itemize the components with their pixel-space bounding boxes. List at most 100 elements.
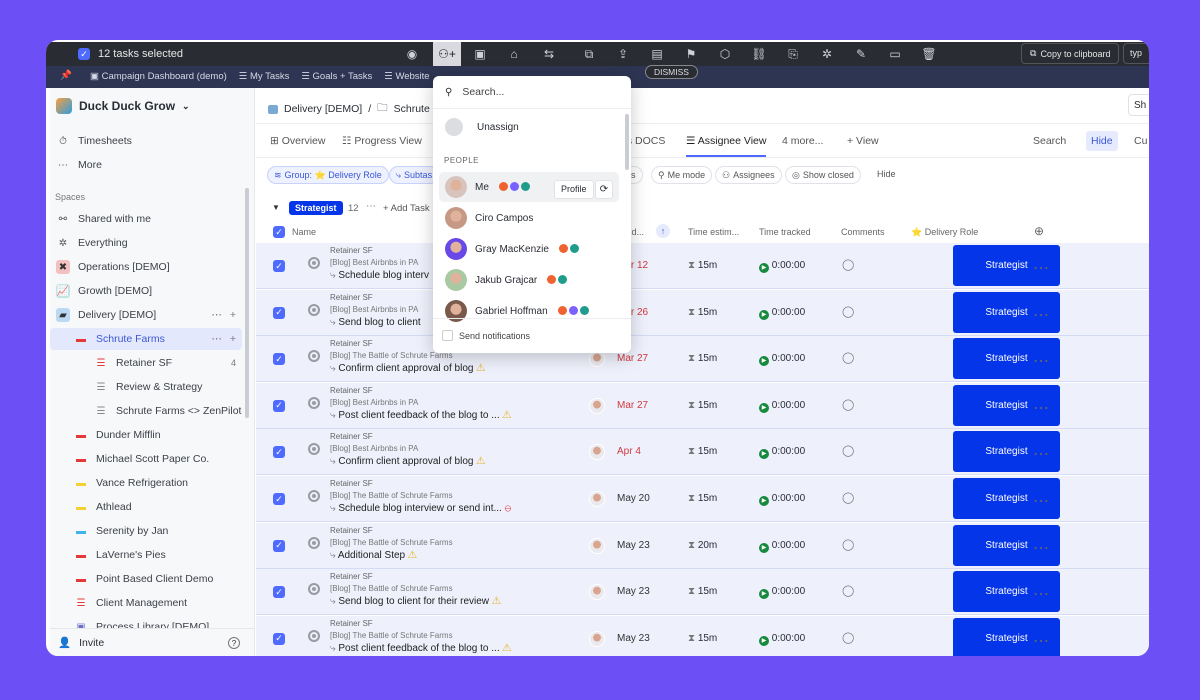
comment-icon[interactable]: ◯ bbox=[842, 584, 854, 597]
comment-icon[interactable]: ◯ bbox=[842, 305, 854, 318]
plus-icon[interactable]: + bbox=[230, 333, 236, 345]
column-comments[interactable]: Comments bbox=[841, 227, 885, 237]
search-input[interactable]: Search... bbox=[462, 86, 504, 98]
add-task-button[interactable]: + Add Task bbox=[383, 203, 430, 214]
dependency-icon[interactable]: ⛓ bbox=[745, 42, 773, 66]
time-tracked[interactable]: ▶ 0:00:00 bbox=[759, 540, 805, 553]
time-estimate[interactable]: ⧗ 15m bbox=[688, 586, 717, 597]
tab-view[interactable]: 4 more... bbox=[782, 135, 823, 157]
copy-to-clipboard-button[interactable]: ⧉Copy to clipboard bbox=[1021, 43, 1119, 64]
task-parent[interactable]: [Blog] The Battle of Schrute Farms bbox=[330, 538, 453, 547]
select-all-checkbox[interactable]: ✓ bbox=[78, 48, 90, 60]
row-checkbox[interactable]: ✓ bbox=[273, 493, 285, 505]
sidebar-item[interactable]: ☰Review & Strategy bbox=[50, 376, 242, 398]
dismiss-button[interactable]: DISMISS bbox=[645, 65, 698, 79]
more-icon[interactable]: ⋯ bbox=[211, 333, 222, 345]
workspace-switcher[interactable]: Duck Duck Grow⌄ bbox=[56, 98, 190, 114]
nav-item[interactable]: ▣ Campaign Dashboard (demo) bbox=[90, 71, 227, 82]
checkbox[interactable] bbox=[442, 330, 453, 341]
customize-button[interactable]: Cu bbox=[1134, 135, 1147, 147]
comment-icon[interactable]: ◯ bbox=[842, 351, 854, 364]
tab-view[interactable]: ☰ Assignee View bbox=[686, 135, 766, 157]
column-time-estimate[interactable]: Time estim... bbox=[688, 227, 739, 237]
row-checkbox[interactable]: ✓ bbox=[273, 353, 285, 365]
time-estimate[interactable]: ⧗ 15m bbox=[688, 260, 717, 271]
task-parent[interactable]: [Blog] Best Airbnbs in PA bbox=[330, 305, 418, 314]
nav-item[interactable]: ☰ Website bbox=[384, 71, 429, 82]
sidebar-scrollbar[interactable] bbox=[245, 188, 249, 418]
table-row[interactable]: ✓ Retainer SF [Blog] Best Airbnbs in PA … bbox=[256, 290, 1149, 336]
breadcrumb-space[interactable]: Delivery [DEMO] bbox=[284, 103, 362, 115]
column-time-tracked[interactable]: Time tracked bbox=[759, 227, 811, 237]
sidebar-item[interactable]: ▬Michael Scott Paper Co. bbox=[50, 448, 242, 470]
row-checkbox[interactable]: ✓ bbox=[273, 540, 285, 552]
task-parent[interactable]: [Blog] The Battle of Schrute Farms bbox=[330, 351, 453, 360]
due-date[interactable]: May 23 bbox=[617, 540, 650, 551]
time-tracked[interactable]: ▶ 0:00:00 bbox=[759, 353, 805, 366]
convert-icon[interactable]: ⎘ bbox=[779, 42, 807, 66]
task-title[interactable]: ⤷ Schedule blog interview or send int...… bbox=[330, 503, 511, 514]
dropdown-scrollbar[interactable] bbox=[625, 114, 629, 170]
assignee-avatar[interactable] bbox=[589, 444, 605, 460]
nav-item[interactable]: ☰ Goals + Tasks bbox=[301, 71, 372, 82]
task-title[interactable]: ⤷ Send blog to client bbox=[330, 317, 421, 328]
row-more-icon[interactable]: ⋯ bbox=[1033, 444, 1049, 464]
comment-icon[interactable]: ◯ bbox=[842, 538, 854, 551]
row-checkbox[interactable]: ✓ bbox=[273, 400, 285, 412]
sidebar-item[interactable]: ▬Point Based Client Demo bbox=[50, 568, 242, 590]
person-option[interactable]: Jakub Grajcar bbox=[439, 265, 619, 295]
row-checkbox[interactable]: ✓ bbox=[273, 260, 285, 272]
add-column-icon[interactable]: ⊕ bbox=[1034, 224, 1044, 238]
sidebar-item-timesheets[interactable]: ⏱Timesheets bbox=[50, 130, 242, 152]
help-icon[interactable]: ? bbox=[228, 637, 240, 649]
person-option[interactable]: Gabriel Hoffman bbox=[439, 296, 619, 326]
select-all-rows-checkbox[interactable]: ✓ bbox=[273, 226, 285, 238]
sidebar-item[interactable]: ▰Delivery [DEMO]⋯+ bbox=[50, 304, 242, 326]
sidebar-item[interactable]: ▬Serenity by Jan bbox=[50, 520, 242, 542]
table-row[interactable]: ✓ Retainer SF [Blog] Best Airbnbs in PA … bbox=[256, 429, 1149, 475]
assignee-avatar[interactable] bbox=[589, 398, 605, 414]
due-date[interactable]: Mar 27 bbox=[617, 400, 648, 411]
time-tracked[interactable]: ▶ 0:00:00 bbox=[759, 260, 805, 273]
collapse-group-icon[interactable]: ▼ bbox=[272, 203, 280, 212]
table-row[interactable]: ✓ Retainer SF [Blog] The Battle of Schru… bbox=[256, 569, 1149, 615]
time-estimate[interactable]: ⧗ 15m bbox=[688, 400, 717, 411]
move-icon[interactable]: ⇆ bbox=[535, 42, 563, 66]
status-icon[interactable]: ▣ bbox=[466, 42, 494, 66]
status-icon[interactable] bbox=[308, 583, 320, 595]
group-by-filter[interactable]: ≋Group: ⭐ Delivery Role bbox=[267, 166, 389, 184]
type-input[interactable]: typ bbox=[1123, 43, 1149, 64]
time-estimate[interactable]: ⧗ 15m bbox=[688, 446, 717, 457]
time-tracked[interactable]: ▶ 0:00:00 bbox=[759, 307, 805, 320]
tab-view[interactable]: ☷ Progress View bbox=[342, 135, 422, 157]
task-parent[interactable]: [Blog] Best Airbnbs in PA bbox=[330, 444, 418, 453]
profile-button[interactable]: Profile bbox=[554, 180, 594, 199]
task-title[interactable]: ⤷ Post client feedback of the blog to ..… bbox=[330, 410, 511, 421]
archive-icon[interactable]: ▭ bbox=[881, 42, 909, 66]
table-row[interactable]: ✓ Retainer SF [Blog] The Battle of Schru… bbox=[256, 336, 1149, 382]
due-date[interactable]: May 20 bbox=[617, 493, 650, 504]
row-checkbox[interactable]: ✓ bbox=[273, 633, 285, 645]
row-more-icon[interactable]: ⋯ bbox=[1033, 491, 1049, 511]
column-delivery-role[interactable]: ⭐ Delivery Role bbox=[911, 227, 978, 238]
row-more-icon[interactable]: ⋯ bbox=[1033, 538, 1049, 558]
task-title[interactable]: ⤷ Schedule blog interv bbox=[330, 270, 429, 281]
assignee-avatar[interactable] bbox=[589, 631, 605, 647]
status-icon[interactable] bbox=[308, 397, 320, 409]
task-parent[interactable]: [Blog] The Battle of Schrute Farms bbox=[330, 584, 453, 593]
assignees-button[interactable]: ⚇Assignees bbox=[715, 166, 782, 184]
comment-icon[interactable]: ◯ bbox=[842, 491, 854, 504]
status-icon[interactable] bbox=[308, 490, 320, 502]
send-notifications-checkbox[interactable]: Send notifications bbox=[442, 330, 530, 341]
sidebar-item[interactable]: ☰Retainer SF4 bbox=[50, 352, 242, 374]
assignee-search[interactable]: ⚲ Search... bbox=[433, 76, 631, 109]
duplicate-icon[interactable]: ⧉ bbox=[575, 42, 603, 66]
time-tracked[interactable]: ▶ 0:00:00 bbox=[759, 633, 805, 646]
sidebar-item[interactable]: ⚯Shared with me bbox=[50, 208, 242, 230]
column-name[interactable]: Name bbox=[292, 227, 316, 237]
task-parent[interactable]: [Blog] Best Airbnbs in PA bbox=[330, 258, 418, 267]
task-title[interactable]: ⤷ Confirm client approval of blog ⚠ bbox=[330, 456, 485, 467]
group-more-icon[interactable]: ⋯ bbox=[366, 201, 376, 212]
sidebar-item[interactable]: ▬Schrute Farms⋯+ bbox=[50, 328, 242, 350]
due-date[interactable]: Mar 27 bbox=[617, 353, 648, 364]
